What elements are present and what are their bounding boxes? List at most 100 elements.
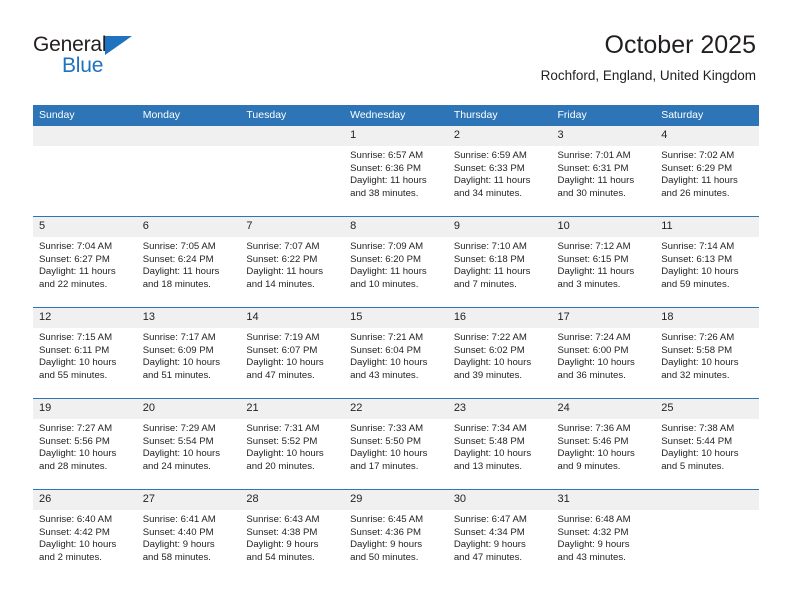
day-number: 3 <box>551 126 656 146</box>
generalblue-logo: General Blue <box>33 33 233 83</box>
daylight-text-line1: Daylight: 11 hours <box>142 266 220 278</box>
day-details: Sunrise: 7:34 AM Sunset: 5:48 PM Daylight:… <box>448 419 552 473</box>
sunrise-text: Sunrise: 6:48 AM <box>557 514 631 525</box>
day-cell[interactable]: 20 Sunrise: 7:29 AM Sunset: 5:54 PM Dayligh… <box>136 398 241 490</box>
sunrise-text: Sunrise: 7:15 AM <box>39 332 113 343</box>
day-number: 31 <box>551 490 656 510</box>
daylight-text-line1: Daylight: 10 hours <box>453 357 532 369</box>
day-cell[interactable]: 22 Sunrise: 7:33 AM Sunset: 5:50 PM Dayligh… <box>344 398 448 490</box>
sunrise-text: Sunrise: 7:21 AM <box>350 332 424 343</box>
day-cell-empty <box>240 125 345 217</box>
weekday-header-thursday: Thursday <box>447 105 552 126</box>
day-number: 30 <box>447 490 552 510</box>
day-cell[interactable]: 19 Sunrise: 7:27 AM Sunset: 5:56 PM Dayligh… <box>33 398 137 490</box>
daylight-text-line2: and 2 minutes. <box>39 551 102 563</box>
day-details: Sunrise: 7:14 AM Sunset: 6:13 PM Daylight:… <box>655 237 759 291</box>
day-cell[interactable]: 4 Sunrise: 7:02 AM Sunset: 6:29 PM Daylight… <box>655 125 759 217</box>
day-details: Sunrise: 7:26 AM Sunset: 5:58 PM Daylight:… <box>655 328 759 382</box>
daylight-text-line1: Daylight: 10 hours <box>142 357 221 369</box>
day-cell[interactable]: 13 Sunrise: 7:17 AM Sunset: 6:09 PM Dayligh… <box>136 307 241 399</box>
day-number: 1 <box>344 126 448 146</box>
day-details: Sunrise: 7:19 AM Sunset: 6:07 PM Daylight:… <box>240 328 344 382</box>
day-cell[interactable]: 6 Sunrise: 7:05 AM Sunset: 6:24 PM Daylight… <box>136 216 241 308</box>
daylight-text-line2: and 34 minutes. <box>453 187 523 199</box>
day-number: 15 <box>344 308 448 328</box>
day-cell[interactable]: 11 Sunrise: 7:14 AM Sunset: 6:13 PM Dayligh… <box>655 216 759 308</box>
daylight-text-line1: Daylight: 10 hours <box>661 357 739 369</box>
day-cell[interactable]: 27 Sunrise: 6:41 AM Sunset: 4:40 PM Dayligh… <box>136 489 241 580</box>
day-cell[interactable]: 7 Sunrise: 7:07 AM Sunset: 6:22 PM Daylight… <box>240 216 345 308</box>
day-cell[interactable]: 31 Sunrise: 6:48 AM Sunset: 4:32 PM Dayligh… <box>551 489 656 580</box>
daylight-text-line1: Daylight: 11 hours <box>453 175 531 187</box>
sunrise-text: Sunrise: 7:34 AM <box>453 423 527 434</box>
daylight-text-line1: Daylight: 9 hours <box>557 539 630 551</box>
day-cell[interactable]: 9 Sunrise: 7:10 AM Sunset: 6:18 PM Daylight… <box>447 216 552 308</box>
sunrise-text: Sunrise: 7:36 AM <box>557 423 631 434</box>
sunrise-text: Sunrise: 7:04 AM <box>39 241 113 252</box>
daylight-text-line1: Daylight: 9 hours <box>453 539 526 551</box>
day-cell[interactable]: 8 Sunrise: 7:09 AM Sunset: 6:20 PM Daylight… <box>344 216 448 308</box>
day-cell[interactable]: 3 Sunrise: 7:01 AM Sunset: 6:31 PM Daylight… <box>551 125 656 217</box>
daylight-text-line1: Daylight: 10 hours <box>350 448 428 460</box>
sunrise-text: Sunrise: 7:07 AM <box>246 241 320 252</box>
sunrise-text: Sunrise: 7:14 AM <box>661 241 735 252</box>
day-number: 2 <box>447 126 552 146</box>
day-details: Sunrise: 7:12 AM Sunset: 6:15 PM Daylight:… <box>552 237 656 291</box>
sunrise-text: Sunrise: 7:29 AM <box>142 423 216 434</box>
daylight-text-line1: Daylight: 10 hours <box>453 448 532 460</box>
daylight-text-line1: Daylight: 11 hours <box>246 266 324 278</box>
day-cell[interactable]: 2 Sunrise: 6:59 AM Sunset: 6:33 PM Daylight… <box>447 125 552 217</box>
weekday-header-sunday: Sunday <box>33 105 137 126</box>
day-cell[interactable]: 10 Sunrise: 7:12 AM Sunset: 6:15 PM Dayligh… <box>551 216 656 308</box>
weekday-header-monday: Monday <box>136 105 241 126</box>
day-details: Sunrise: 7:21 AM Sunset: 6:04 PM Daylight:… <box>344 328 448 382</box>
daylight-text-line2: and 22 minutes. <box>39 278 108 290</box>
daylight-text-line2: and 39 minutes. <box>453 369 523 381</box>
sunrise-text: Sunrise: 7:09 AM <box>350 241 424 252</box>
weekday-header-wednesday: Wednesday <box>344 105 448 126</box>
sunrise-text: Sunrise: 7:24 AM <box>557 332 631 343</box>
daylight-text-line1: Daylight: 10 hours <box>39 539 117 551</box>
sunset-text: Sunset: 5:48 PM <box>453 435 525 447</box>
sunset-text: Sunset: 6:02 PM <box>453 344 525 356</box>
sunrise-text: Sunrise: 6:40 AM <box>39 514 113 525</box>
day-cell[interactable]: 16 Sunrise: 7:22 AM Sunset: 6:02 PM Dayligh… <box>447 307 552 399</box>
day-details: Sunrise: 6:57 AM Sunset: 6:36 PM Daylight:… <box>344 146 448 200</box>
day-details: Sunrise: 7:17 AM Sunset: 6:09 PM Daylight:… <box>137 328 241 382</box>
day-cell[interactable]: 14 Sunrise: 7:19 AM Sunset: 6:07 PM Dayligh… <box>240 307 345 399</box>
day-cell[interactable]: 29 Sunrise: 6:45 AM Sunset: 4:36 PM Dayligh… <box>344 489 448 580</box>
daylight-text-line1: Daylight: 11 hours <box>39 266 116 278</box>
day-details: Sunrise: 7:29 AM Sunset: 5:54 PM Daylight:… <box>137 419 241 473</box>
day-cell[interactable]: 21 Sunrise: 7:31 AM Sunset: 5:52 PM Dayligh… <box>240 398 345 490</box>
day-number: 9 <box>447 217 552 237</box>
day-cell[interactable]: 12 Sunrise: 7:15 AM Sunset: 6:11 PM Dayligh… <box>33 307 137 399</box>
day-details: Sunrise: 7:07 AM Sunset: 6:22 PM Daylight:… <box>240 237 344 291</box>
daylight-text-line1: Daylight: 11 hours <box>350 266 427 278</box>
calendar-week-row: 1 Sunrise: 6:57 AM Sunset: 6:36 PM Daylight… <box>33 125 759 217</box>
day-number: 24 <box>551 399 656 419</box>
daylight-text-line2: and 47 minutes. <box>453 551 523 563</box>
day-cell[interactable]: 30 Sunrise: 6:47 AM Sunset: 4:34 PM Dayligh… <box>447 489 552 580</box>
day-cell[interactable]: 23 Sunrise: 7:34 AM Sunset: 5:48 PM Dayligh… <box>447 398 552 490</box>
sunset-text: Sunset: 4:36 PM <box>350 526 422 538</box>
day-cell[interactable]: 15 Sunrise: 7:21 AM Sunset: 6:04 PM Dayligh… <box>344 307 448 399</box>
day-cell[interactable]: 1 Sunrise: 6:57 AM Sunset: 6:36 PM Daylight… <box>344 125 448 217</box>
day-cell[interactable]: 28 Sunrise: 6:43 AM Sunset: 4:38 PM Dayligh… <box>240 489 345 580</box>
day-cell[interactable]: 26 Sunrise: 6:40 AM Sunset: 4:42 PM Dayligh… <box>33 489 137 580</box>
day-cell[interactable]: 17 Sunrise: 7:24 AM Sunset: 6:00 PM Dayligh… <box>551 307 656 399</box>
sunset-text: Sunset: 6:11 PM <box>39 344 110 356</box>
sunset-text: Sunset: 4:42 PM <box>39 526 110 538</box>
day-number: 12 <box>33 308 137 328</box>
daylight-text-line2: and 17 minutes. <box>350 460 419 472</box>
day-cell[interactable]: 5 Sunrise: 7:04 AM Sunset: 6:27 PM Daylight… <box>33 216 137 308</box>
title-block: October 2025 Rochford, England, United K… <box>541 30 756 86</box>
day-number: 22 <box>344 399 448 419</box>
daylight-text-line2: and 14 minutes. <box>246 278 315 290</box>
sunset-text: Sunset: 4:34 PM <box>453 526 525 538</box>
day-details: Sunrise: 6:43 AM Sunset: 4:38 PM Daylight:… <box>240 510 344 564</box>
day-cell[interactable]: 18 Sunrise: 7:26 AM Sunset: 5:58 PM Dayligh… <box>655 307 759 399</box>
day-details: Sunrise: 7:05 AM Sunset: 6:24 PM Daylight:… <box>137 237 241 291</box>
day-cell[interactable]: 25 Sunrise: 7:38 AM Sunset: 5:44 PM Dayligh… <box>655 398 759 490</box>
day-number: 14 <box>240 308 345 328</box>
day-cell[interactable]: 24 Sunrise: 7:36 AM Sunset: 5:46 PM Dayligh… <box>551 398 656 490</box>
